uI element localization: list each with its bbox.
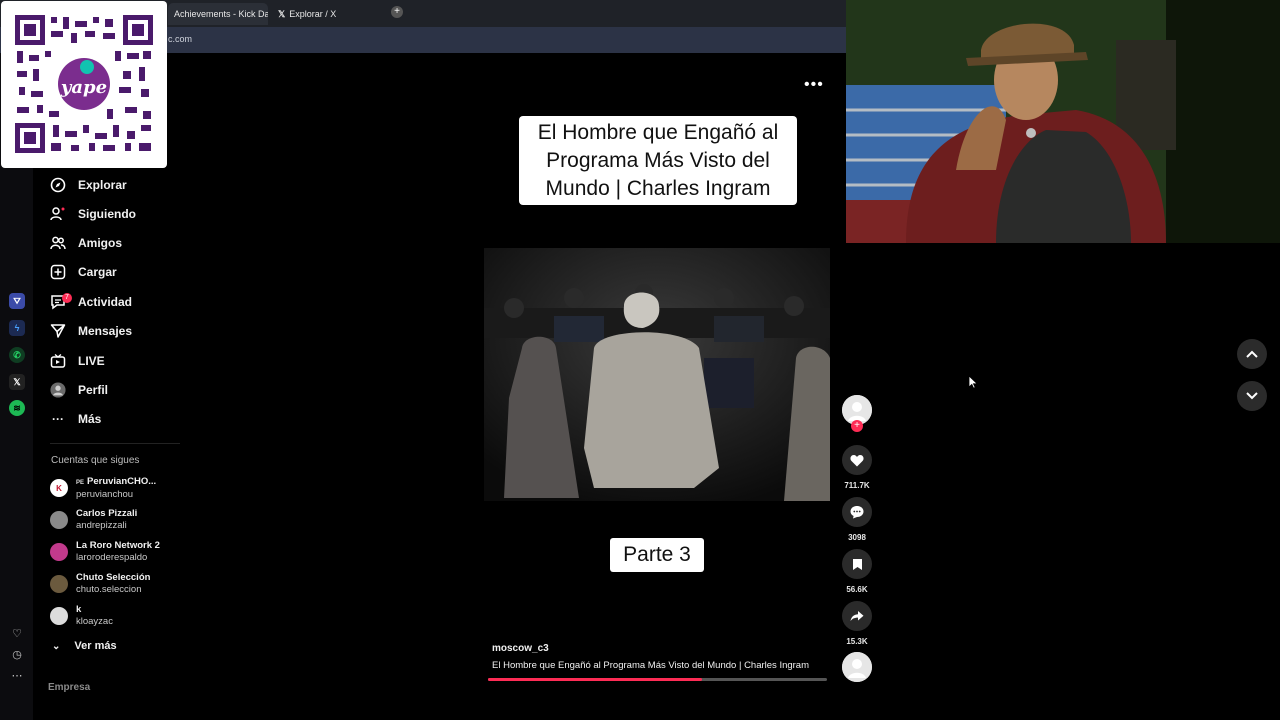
following-icon	[50, 206, 66, 222]
video-author[interactable]: moscow_c3	[492, 643, 549, 654]
history-icon[interactable]: ◷	[10, 648, 24, 662]
browser-tab-explorar[interactable]: 𝕏 Explorar / X	[272, 3, 387, 25]
avatar	[50, 607, 68, 625]
country-prefix: PE	[76, 479, 85, 486]
browser-tab-achievements[interactable]: Achievements - Kick Dash	[168, 3, 268, 25]
chevron-down-icon: ⌄	[52, 640, 61, 652]
sidebar-item-amigos[interactable]: Amigos	[50, 232, 122, 254]
save-count: 56.6K	[846, 585, 868, 594]
spotify-icon[interactable]: ≋	[9, 400, 25, 416]
activity-badge: 7	[62, 293, 72, 303]
heart-outline-icon[interactable]: ♡	[10, 627, 24, 641]
sound-avatar[interactable]	[842, 652, 872, 682]
followed-account[interactable]: K PE PeruvianCHO... peruvianchou	[50, 474, 156, 502]
x-logo-icon: 𝕏	[278, 8, 286, 19]
more-options-button[interactable]: •••	[804, 76, 824, 94]
account-handle: peruvianchou	[76, 488, 134, 500]
account-name: Chuto Selección	[76, 572, 151, 583]
more-dots-icon[interactable]: ⋯	[10, 669, 24, 683]
sidebar-item-label: Explorar	[78, 178, 127, 192]
qr-brand-text: yape	[60, 77, 107, 98]
sidebar-item-label: LIVE	[78, 354, 105, 368]
save-button[interactable]	[842, 549, 872, 579]
whatsapp-icon[interactable]: ✆	[9, 347, 25, 363]
mouse-cursor-icon	[968, 375, 978, 394]
sidebar-item-label: Perfil	[78, 383, 109, 397]
followed-account[interactable]: Carlos Pizzali andrepizzali	[50, 506, 137, 534]
followed-account[interactable]: k kloayzac	[50, 602, 113, 630]
like-count: 711.7K	[844, 481, 870, 490]
kick-icon[interactable]: ⛛	[9, 293, 25, 309]
messages-icon	[50, 323, 66, 339]
previous-video-button[interactable]	[1237, 339, 1267, 369]
like-button[interactable]	[842, 445, 872, 475]
video-frame	[484, 248, 830, 501]
more-icon: ···	[52, 412, 64, 426]
sidebar-item-label: Actividad	[78, 295, 133, 309]
upload-icon	[50, 264, 66, 280]
music-disc-icon	[842, 652, 872, 682]
sidebar-item-siguiendo[interactable]: Siguiendo	[50, 203, 136, 225]
video-progress-fill	[488, 678, 702, 681]
bookmark-icon	[852, 558, 862, 570]
sidebar-item-perfil[interactable]: Perfil	[50, 379, 108, 401]
follow-plus-button[interactable]: +	[851, 420, 863, 432]
footer-link-empresa[interactable]: Empresa	[48, 682, 90, 693]
new-tab-button[interactable]: +	[391, 6, 403, 18]
sidebar-item-label: Amigos	[78, 236, 123, 250]
chevron-down-icon	[1246, 392, 1258, 400]
sidebar-item-label: Cargar	[78, 265, 117, 279]
sidebar-item-label: Siguiendo	[78, 207, 136, 221]
qr-code: yape	[1, 1, 167, 168]
see-more-button[interactable]: ⌄ Ver más	[52, 635, 117, 657]
sidebar-item-mas[interactable]: ··· Más	[50, 408, 101, 430]
sidebar-divider	[50, 443, 180, 444]
sidebar-item-label: Mensajes	[78, 324, 133, 338]
account-name: k	[76, 604, 82, 615]
sidebar-item-cargar[interactable]: Cargar	[50, 261, 117, 283]
friends-icon	[50, 235, 66, 251]
share-arrow-icon	[850, 611, 864, 621]
next-video-button[interactable]	[1237, 381, 1267, 411]
account-handle: laroroderespaldo	[76, 552, 148, 563]
account-name: La Roro Network 2	[76, 540, 160, 551]
profile-icon	[50, 382, 66, 398]
messenger-icon[interactable]: ϟ	[9, 320, 25, 336]
followed-account[interactable]: La Roro Network 2 laroroderespaldo	[50, 538, 160, 566]
browser-tab-label: Explorar / X	[289, 9, 337, 19]
video-caption: El Hombre que Engañó al Programa Más Vis…	[492, 660, 810, 671]
sidebar-item-live[interactable]: LIVE	[50, 350, 105, 372]
sidebar-item-label: Más	[78, 412, 102, 426]
qr-pattern-icon: yape	[15, 15, 153, 153]
webcam-feed	[846, 0, 1280, 243]
share-count: 15.3K	[846, 637, 868, 646]
account-handle: kloayzac	[76, 616, 113, 627]
followed-account[interactable]: Chuto Selección chuto.seleccion	[50, 570, 150, 598]
comment-button[interactable]	[842, 497, 872, 527]
comment-icon	[850, 506, 864, 519]
sidebar-item-explorar[interactable]: Explorar	[50, 174, 127, 196]
part-label: Parte 3	[610, 538, 704, 572]
account-name: PeruvianCHO...	[87, 475, 157, 487]
following-section-title: Cuentas que sigues	[51, 455, 140, 466]
compass-icon	[50, 177, 66, 193]
sidebar-item-mensajes[interactable]: Mensajes	[50, 320, 132, 342]
share-button[interactable]	[842, 601, 872, 631]
heart-icon	[850, 454, 864, 466]
account-name: Carlos Pizzali	[76, 508, 138, 519]
video-title-card: El Hombre que Engañó al Programa Más Vis…	[519, 116, 797, 205]
x-icon[interactable]: 𝕏	[9, 374, 25, 390]
address-text: c.com	[168, 34, 193, 44]
live-icon	[50, 353, 66, 369]
account-handle: andrepizzali	[76, 520, 127, 531]
account-handle: chuto.seleccion	[76, 584, 142, 595]
comment-count: 3098	[848, 533, 866, 542]
avatar	[50, 575, 68, 593]
see-more-label: Ver más	[74, 640, 117, 652]
chevron-up-icon	[1246, 350, 1258, 358]
avatar	[50, 543, 68, 561]
avatar: K	[50, 479, 68, 497]
avatar	[50, 511, 68, 529]
